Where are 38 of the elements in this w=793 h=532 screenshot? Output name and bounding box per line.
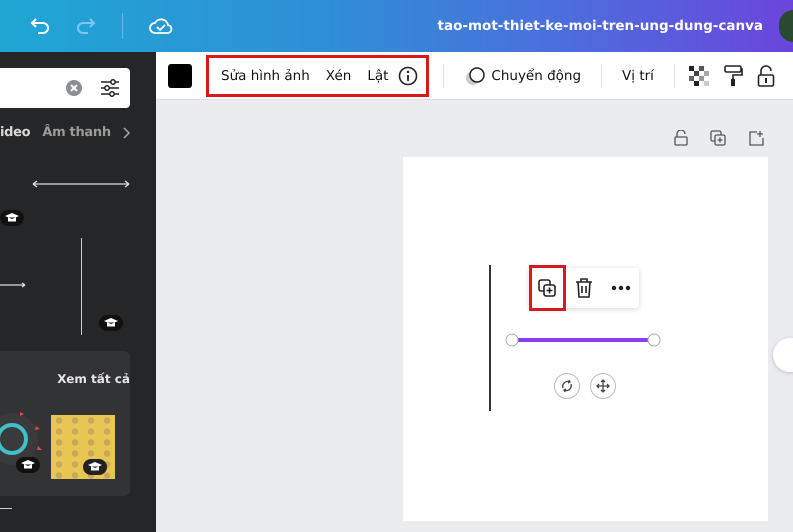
- trash-icon: [575, 278, 593, 298]
- selected-line[interactable]: [505, 332, 661, 348]
- move-handle[interactable]: [590, 373, 616, 399]
- graduation-cap-icon: [83, 459, 107, 475]
- undo-icon[interactable]: [30, 17, 50, 35]
- design-title[interactable]: tao-mot-thiet-ke-moi-tren-ung-dung-canva: [438, 18, 763, 34]
- filter-icon[interactable]: [100, 79, 120, 97]
- more-icon: [610, 285, 631, 291]
- pattern-thumbnail[interactable]: [51, 415, 115, 479]
- duplicate-button[interactable]: [529, 265, 566, 311]
- animate-button[interactable]: Chuyển động: [458, 62, 588, 90]
- duplicate-icon: [537, 278, 558, 298]
- rotate-handle[interactable]: [554, 373, 580, 399]
- search-field[interactable]: [0, 68, 130, 108]
- double-arrow-line[interactable]: [32, 180, 130, 188]
- category-tab[interactable]: Âm thanh: [42, 125, 111, 140]
- clear-icon[interactable]: [66, 80, 82, 96]
- color-swatch[interactable]: [168, 64, 192, 88]
- toolbar-button[interactable]: Xén: [320, 64, 358, 88]
- overlapping-circles-icon: [464, 66, 486, 86]
- toolbar-button[interactable]: Sửa hình ảnh: [215, 64, 316, 88]
- toolbar-button[interactable]: Lật: [361, 64, 394, 88]
- graduation-cap-icon: [0, 210, 24, 226]
- info-icon[interactable]: [398, 66, 418, 86]
- duplicate-page-icon[interactable]: [710, 130, 726, 146]
- unlocked-icon[interactable]: [674, 130, 688, 146]
- cloud-check-icon[interactable]: [149, 16, 173, 36]
- transparency-icon[interactable]: [688, 66, 709, 86]
- see-all-link[interactable]: Xem tất cả: [57, 372, 130, 386]
- graduation-cap-icon: [99, 315, 123, 331]
- graduation-cap-icon: [16, 457, 40, 473]
- chevron-right-icon[interactable]: [122, 126, 131, 138]
- category-tab[interactable]: ideo: [0, 125, 30, 140]
- unlocked-icon[interactable]: [756, 64, 775, 86]
- position-button[interactable]: Vị trí: [616, 64, 660, 88]
- arrow-line[interactable]: [0, 282, 26, 288]
- paint-roller-icon[interactable]: [722, 64, 743, 86]
- add-page-icon[interactable]: [748, 130, 764, 146]
